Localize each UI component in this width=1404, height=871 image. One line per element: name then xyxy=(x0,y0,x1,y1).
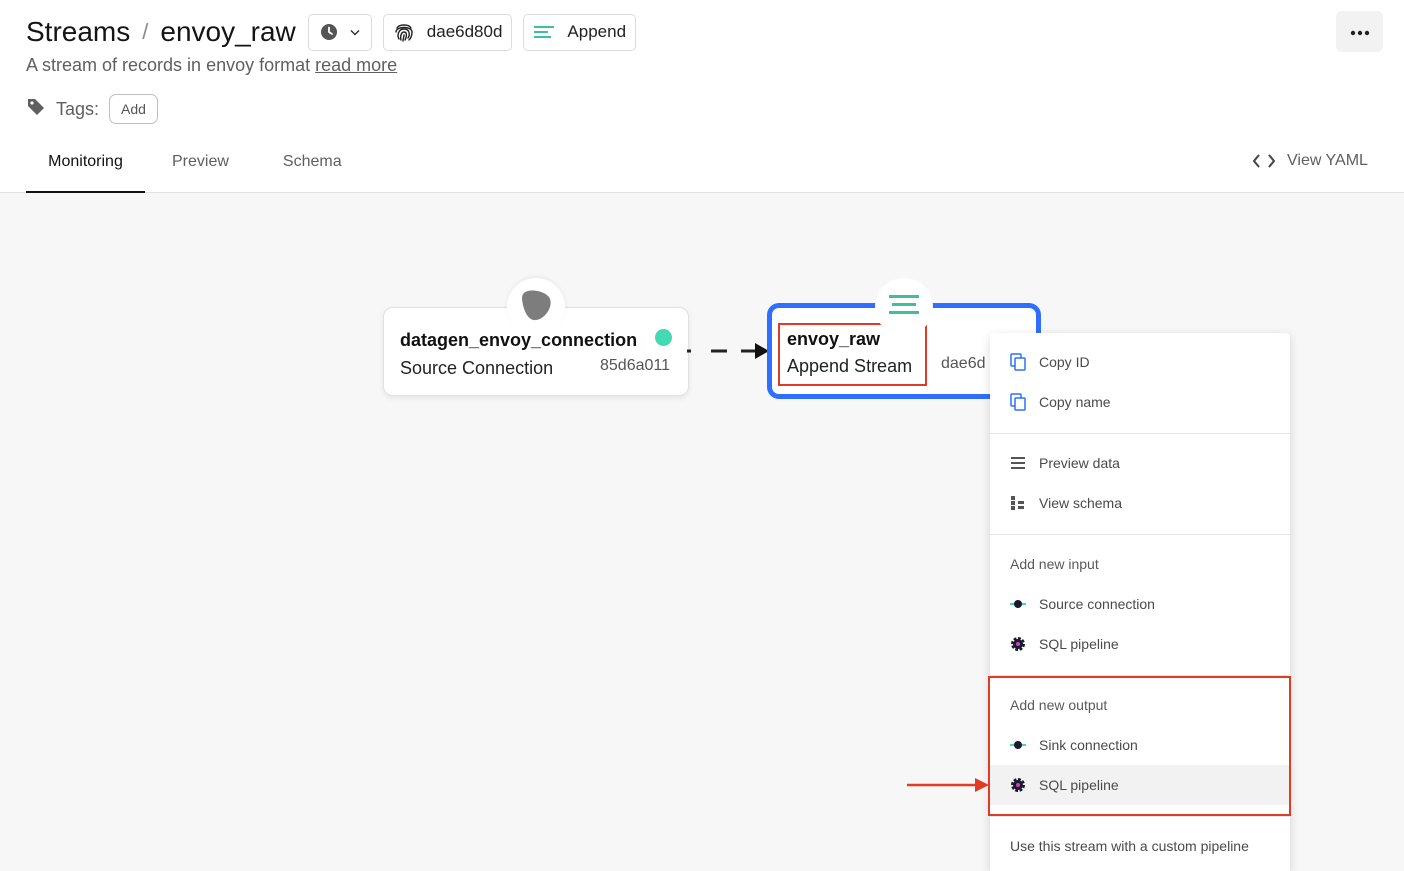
menu-input-source-connection[interactable]: Source connection xyxy=(990,584,1290,624)
view-yaml-button[interactable]: View YAML xyxy=(1252,152,1368,170)
clock-icon xyxy=(320,23,338,41)
list-icon xyxy=(1010,455,1026,471)
more-options-button[interactable] xyxy=(1336,11,1383,52)
menu-divider xyxy=(990,534,1290,535)
schema-tree-icon xyxy=(1010,495,1026,511)
page-title: envoy_raw xyxy=(160,16,296,47)
tab-schema[interactable]: Schema xyxy=(283,140,342,193)
menu-divider xyxy=(990,816,1290,817)
menu-custom-pipeline[interactable]: Use this stream with a custom pipeline xyxy=(990,826,1290,866)
ellipsis-icon xyxy=(1350,23,1370,41)
stream-type-chip[interactable]: Append xyxy=(523,13,637,51)
connection-node-icon xyxy=(1010,596,1026,612)
tag-icon xyxy=(26,97,46,122)
stream-node-id: dae6d xyxy=(941,355,986,372)
annotation-arrow xyxy=(907,778,989,792)
tab-bar: Monitoring Preview Schema xyxy=(26,140,342,193)
menu-preview-data-label: Preview data xyxy=(1039,455,1120,471)
page-header: Streams / envoy_raw dae6d80d Append A st… xyxy=(0,0,1404,193)
tab-preview[interactable]: Preview xyxy=(172,140,229,193)
code-brackets-icon xyxy=(1252,153,1276,169)
read-more-link[interactable]: read more xyxy=(315,55,397,75)
menu-input-sql-pipeline[interactable]: SQL pipeline xyxy=(990,624,1290,664)
menu-view-schema[interactable]: View schema xyxy=(990,483,1290,523)
description-text: A stream of records in envoy format xyxy=(26,55,311,75)
add-tag-button[interactable]: Add xyxy=(109,94,158,124)
fingerprint-icon xyxy=(393,21,415,43)
stream-id-text: dae6d80d xyxy=(426,22,503,41)
menu-custom-pipeline-label: Use this stream with a custom pipeline xyxy=(1010,838,1249,854)
append-lines-icon xyxy=(889,294,919,321)
view-yaml-label: View YAML xyxy=(1287,152,1368,169)
title-row: Streams / envoy_raw dae6d80d Append xyxy=(26,13,637,51)
status-indicator xyxy=(655,329,672,346)
menu-divider xyxy=(990,433,1290,434)
copy-icon xyxy=(1010,353,1026,371)
menu-input-sql-pipeline-label: SQL pipeline xyxy=(1039,636,1119,652)
menu-view-schema-label: View schema xyxy=(1039,495,1123,511)
append-lines-icon xyxy=(533,24,555,40)
menu-preview-data[interactable]: Preview data xyxy=(990,443,1290,483)
menu-copy-id[interactable]: Copy ID xyxy=(990,342,1290,382)
source-node-type: Source Connection xyxy=(400,358,554,378)
menu-add-input-header: Add new input xyxy=(1010,556,1099,572)
menu-input-source-connection-label: Source connection xyxy=(1039,596,1155,612)
stream-type-text: Append xyxy=(567,22,627,41)
tags-row: Tags: Add xyxy=(26,93,158,125)
source-node-name: datagen_envoy_connection xyxy=(400,330,638,350)
menu-copy-id-label: Copy ID xyxy=(1039,354,1090,370)
gear-icon xyxy=(1010,636,1026,652)
copy-icon xyxy=(1010,393,1026,411)
chevron-down-icon xyxy=(350,29,360,36)
source-connection-badge xyxy=(507,278,565,336)
output-section-highlight xyxy=(988,676,1291,816)
tags-label: Tags: xyxy=(56,98,100,119)
tab-monitoring[interactable]: Monitoring xyxy=(26,140,145,193)
time-range-dropdown[interactable] xyxy=(307,13,372,51)
breadcrumb-streams[interactable]: Streams xyxy=(26,16,130,48)
breadcrumb-separator: / xyxy=(142,19,149,44)
menu-copy-name-label: Copy name xyxy=(1039,394,1111,410)
connection-edge-arrow xyxy=(687,343,769,359)
stream-id-chip[interactable]: dae6d80d xyxy=(382,13,513,51)
stream-description: A stream of records in envoy format read… xyxy=(26,55,397,76)
source-node-id: 85d6a011 xyxy=(600,357,670,374)
connection-shape-icon xyxy=(519,289,553,326)
menu-copy-name[interactable]: Copy name xyxy=(990,382,1290,422)
stream-badge xyxy=(875,278,933,336)
